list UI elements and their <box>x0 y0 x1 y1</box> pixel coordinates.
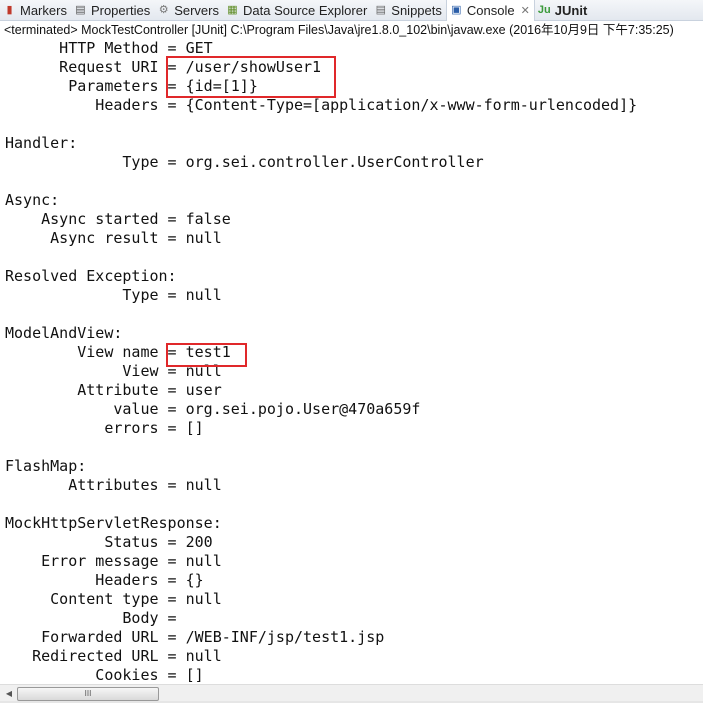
console-line: Async started = false <box>5 210 231 228</box>
tab-label: Data Source Explorer <box>243 2 368 18</box>
console-line: errors = [] <box>5 419 204 437</box>
console-line: Parameters = {id=[1]} <box>5 77 258 95</box>
tab-label: JUnit <box>554 2 588 18</box>
tab-markers[interactable]: ▮ Markers <box>0 0 71 20</box>
horizontal-scrollbar[interactable]: ◀ III <box>0 684 703 702</box>
console-line: Redirected URL = null <box>5 647 222 665</box>
console-line: Handler: <box>5 134 78 152</box>
view-tab-bar: ▮ Markers ▤ Properties ⚙ Servers ▦ Data Source … <box>0 0 703 21</box>
tab-label: Console <box>466 2 515 18</box>
console-line: ModelAndView: <box>5 324 123 342</box>
tab-label: Markers <box>20 2 67 18</box>
scroll-left-arrow-icon[interactable]: ◀ <box>2 687 16 700</box>
console-line: View name = test1 <box>5 343 231 361</box>
tab-properties[interactable]: ▤ Properties <box>71 0 154 20</box>
console-line: Attributes = null <box>5 476 222 494</box>
console-line: Async: <box>5 191 60 209</box>
console-line: Forwarded URL = /WEB-INF/jsp/test1.jsp <box>5 628 385 646</box>
console-line: MockHttpServletResponse: <box>5 514 222 532</box>
console-line: Type = org.sei.controller.UserController <box>5 153 484 171</box>
console-line: Attribute = user <box>5 381 222 399</box>
highlight-box-view-name <box>166 343 247 367</box>
tab-console[interactable]: ▣ Console ✕ <box>445 0 535 21</box>
junit-icon: Ju <box>537 3 551 16</box>
console-line: FlashMap: <box>5 457 87 475</box>
console-line: Headers = {} <box>5 571 204 589</box>
scrollbar-thumb[interactable]: III <box>17 687 159 701</box>
tab-data-source-explorer[interactable]: ▦ Data Source Explorer <box>223 0 371 20</box>
console-line: Headers = {Content-Type=[application/x-w… <box>5 96 638 114</box>
highlight-box-request <box>166 56 336 98</box>
console-line: HTTP Method = GET <box>5 39 213 57</box>
database-icon: ▦ <box>227 3 238 16</box>
console-line: View = null <box>5 362 222 380</box>
console-line: Status = 200 <box>5 533 213 551</box>
console-line: value = org.sei.pojo.User@470a659f <box>5 400 421 418</box>
console-line: Body = <box>5 609 186 627</box>
console-line: Content type = null <box>5 590 222 608</box>
properties-icon: ▤ <box>75 3 86 16</box>
console-output[interactable]: HTTP Method = GET Request URI = /user/sh… <box>5 39 703 684</box>
close-icon[interactable]: ✕ <box>521 4 530 17</box>
servers-icon: ⚙ <box>158 3 169 16</box>
tab-label: Servers <box>174 2 219 18</box>
console-line: Error message = null <box>5 552 222 570</box>
console-icon: ▣ <box>451 3 462 16</box>
console-status-line: <terminated> MockTestController [JUnit] … <box>4 23 674 37</box>
tab-label: Properties <box>90 2 151 18</box>
tab-servers[interactable]: ⚙ Servers <box>154 0 223 20</box>
console-line: Cookies = [] <box>5 666 204 684</box>
console-line: Type = null <box>5 286 222 304</box>
tab-junit[interactable]: Ju JUnit <box>535 0 592 20</box>
tab-label: Snippets <box>391 2 442 18</box>
console-line: Async result = null <box>5 229 222 247</box>
snippets-icon: ▤ <box>375 3 386 16</box>
tab-snippets[interactable]: ▤ Snippets <box>371 0 446 20</box>
console-line: Request URI = /user/showUser1 <box>5 58 322 76</box>
console-line: Resolved Exception: <box>5 267 177 285</box>
markers-icon: ▮ <box>6 3 13 16</box>
